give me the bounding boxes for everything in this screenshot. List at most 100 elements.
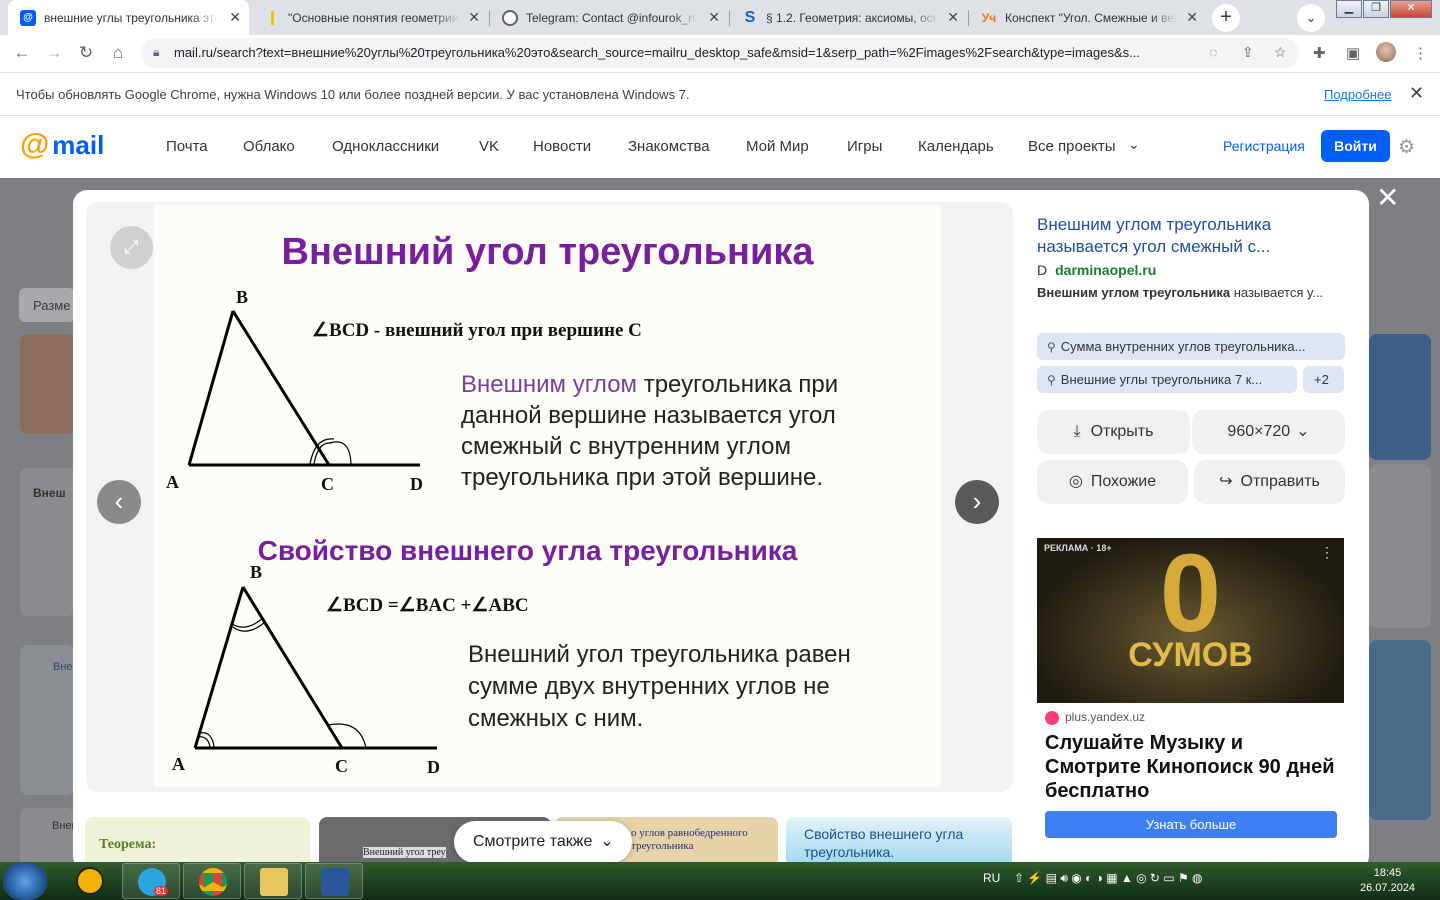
eye-off-icon[interactable]: ◌ xyxy=(1209,44,1217,60)
chrome-icon xyxy=(199,868,227,896)
gear-icon[interactable]: ⚙ xyxy=(1398,136,1415,159)
related-query-chip[interactable]: ⚲ Сумма внутренних углов треугольника... xyxy=(1037,333,1345,360)
chevron-down-icon: ⌄ xyxy=(1296,423,1310,440)
nav-kalendar[interactable]: Календарь xyxy=(918,138,994,155)
nav-all-projects[interactable]: Все проекты xyxy=(1028,138,1116,155)
url-text[interactable]: mail.ru/search?text=внешние%20углы%20тре… xyxy=(174,45,1204,60)
camera-icon: ◎ xyxy=(1068,473,1083,490)
close-tab-icon[interactable]: ✕ xyxy=(947,9,959,26)
tab-mail-search[interactable]: @ внешние углы треугольника это ✕ xyxy=(8,0,249,35)
taskbar-explorer[interactable] xyxy=(244,863,302,899)
source-favicon-icon: D xyxy=(1037,262,1048,278)
register-link[interactable]: Регистрация xyxy=(1223,138,1305,154)
vertex-label-d: D xyxy=(427,757,440,777)
side-ab-top xyxy=(187,310,235,466)
bg-thumb[interactable]: Внеш xyxy=(20,645,81,795)
bg-thumb[interactable]: Внеш xyxy=(20,468,75,616)
resolution-dropdown[interactable]: 960×720 ⌄ xyxy=(1192,410,1345,454)
nav-znakomstva[interactable]: Знакомства xyxy=(628,138,710,155)
close-tab-icon[interactable]: ✕ xyxy=(468,9,480,26)
nav-vk[interactable]: VK xyxy=(479,138,499,155)
close-tab-icon[interactable]: ✕ xyxy=(229,9,241,26)
taskbar-chrome[interactable] xyxy=(183,863,241,899)
next-image-button[interactable]: › xyxy=(955,480,999,524)
start-button[interactable] xyxy=(3,863,47,900)
tab-telegram[interactable]: Telegram: Contact @infourok_ru ✕ xyxy=(490,0,728,35)
ad-source[interactable]: plus.yandex.uz xyxy=(1045,710,1145,725)
share-button[interactable]: ↪ Отправить xyxy=(1194,460,1345,504)
open-button[interactable]: ⤓ Открыть xyxy=(1037,410,1190,454)
nav-igry[interactable]: Игры xyxy=(847,138,882,155)
mail-logo[interactable]: @ mail xyxy=(20,128,105,161)
tab-geometry-concepts[interactable]: "Основные понятия геометрии ✕ xyxy=(252,0,488,35)
nav-novosti[interactable]: Новости xyxy=(533,138,591,155)
maximize-button[interactable]: ❐ xyxy=(1363,0,1389,18)
ad-banner[interactable]: 0 СУМОВ РЕКЛАМА · 18+ ⋮ xyxy=(1037,534,1344,703)
chevron-down-icon[interactable]: ⌄ xyxy=(1128,136,1140,153)
nav-odnoklassniki[interactable]: Одноклассники xyxy=(332,138,439,155)
definition-text: Внешним углом треугольника при данной ве… xyxy=(461,369,901,493)
yandex-plus-icon xyxy=(1045,710,1059,725)
see-also-button[interactable]: Смотрите также ⌄ xyxy=(454,821,632,863)
result-title-link[interactable]: Внешним углом треугольника называется уг… xyxy=(1037,214,1327,258)
ad-label: РЕКЛАМА · 18+ xyxy=(1044,543,1112,553)
star-icon[interactable]: ☆ xyxy=(1274,44,1287,61)
ad-title[interactable]: Слушайте Музыку и Смотрите Кинопоиск 90 … xyxy=(1045,731,1335,803)
window-close-button[interactable]: ✕ xyxy=(1390,0,1432,18)
tab-search-button[interactable]: ⌄ xyxy=(1297,4,1325,32)
size-filter[interactable]: Разме xyxy=(19,288,75,322)
close-tab-icon[interactable]: ✕ xyxy=(1186,9,1198,26)
more-queries-chip[interactable]: +2 xyxy=(1303,366,1344,393)
tab-geometry-axioms[interactable]: S § 1.2. Геометрия: аксиомы, осно ✕ xyxy=(730,0,967,35)
close-icon[interactable]: ✕ xyxy=(1376,184,1399,212)
back-icon[interactable]: ← xyxy=(10,41,34,65)
bg-thumb[interactable] xyxy=(20,334,75,434)
browser-toolbar: ← → ↻ ⌂ 🔒︎ mail.ru/search?text=внешние%2… xyxy=(0,35,1440,71)
prev-image-button[interactable]: ‹ xyxy=(97,480,141,524)
tray-icons[interactable]: ⇧ ⚡ ▤ 🔊︎ ◉ ◐ ◑ ▦ ▲ ◎ ↻ ▭ ⚑ ◍ xyxy=(1014,871,1203,886)
bg-thumb[interactable] xyxy=(1369,334,1431,460)
bg-thumb[interactable]: Внеш xyxy=(20,808,80,868)
forward-icon[interactable]: → xyxy=(42,41,66,65)
share-arrow-icon: ↪ xyxy=(1219,473,1233,490)
taskbar-word[interactable] xyxy=(305,863,363,899)
lock-icon: 🔒︎ xyxy=(153,45,160,59)
close-tab-icon[interactable]: ✕ xyxy=(708,9,720,26)
system-clock[interactable]: 18:45 26.07.2024 xyxy=(1360,866,1415,896)
home-icon[interactable]: ⌂ xyxy=(106,41,130,65)
slide-formula-1: ∠BCD - внешний угол при вершине C xyxy=(312,320,642,341)
minimize-button[interactable]: ▁ xyxy=(1336,0,1362,18)
language-indicator[interactable]: RU xyxy=(983,871,1000,885)
fullscreen-icon[interactable]: ⤢ xyxy=(110,226,153,269)
logo-at: @ xyxy=(20,128,50,161)
infobar-more-link[interactable]: Подробнее xyxy=(1324,87,1391,102)
ad-menu-icon[interactable]: ⋮ xyxy=(1320,544,1334,561)
bg-thumb[interactable] xyxy=(1369,464,1431,628)
login-button[interactable]: Войти xyxy=(1321,130,1390,162)
windows-taskbar: 81 RU ⇧ ⚡ ▤ 🔊︎ ◉ ◐ ◑ ▦ ▲ ◎ ↻ ▭ ⚑ ◍ 18:45… xyxy=(0,862,1440,900)
profile-avatar[interactable] xyxy=(1376,42,1396,62)
nav-oblako[interactable]: Облако xyxy=(243,138,295,155)
address-bar[interactable]: 🔒︎ mail.ru/search?text=внешние%20углы%20… xyxy=(141,38,1299,68)
slide-image[interactable]: Внешний угол треугольника ∠BCD - внешний… xyxy=(154,205,941,787)
nav-pochta[interactable]: Почта xyxy=(166,138,208,155)
nav-moy-mir[interactable]: Мой Мир xyxy=(746,138,809,155)
share-icon[interactable]: ⇪ xyxy=(1242,44,1254,61)
similar-button[interactable]: ◎ Похожие xyxy=(1037,460,1188,504)
reload-icon[interactable]: ↻ xyxy=(74,41,98,65)
ad-cta-button[interactable]: Узнать больше xyxy=(1045,811,1337,838)
tab-konspekt[interactable]: Уч Конспект "Угол. Смежные и вер ✕ xyxy=(969,0,1206,35)
property-text: Внешний угол треугольника равен сумме дв… xyxy=(468,641,851,732)
related-query-chip[interactable]: ⚲ Внешние углы треугольника 7 к... xyxy=(1037,366,1297,393)
bg-thumb[interactable] xyxy=(1369,640,1431,820)
side-panel-icon[interactable]: ▣ xyxy=(1346,44,1360,62)
extensions-icon[interactable]: ✚ xyxy=(1313,44,1326,62)
logo-text: mail xyxy=(52,130,105,160)
new-tab-button[interactable]: + xyxy=(1212,4,1240,32)
vertex-label-a: A xyxy=(166,472,179,492)
avast-icon[interactable] xyxy=(76,867,104,895)
result-source[interactable]: Ddarminaopel.ru xyxy=(1037,262,1156,278)
menu-dots-icon[interactable]: ⋮ xyxy=(1413,44,1428,62)
taskbar-telegram[interactable]: 81 xyxy=(122,863,180,899)
close-icon[interactable]: ✕ xyxy=(1409,83,1424,104)
